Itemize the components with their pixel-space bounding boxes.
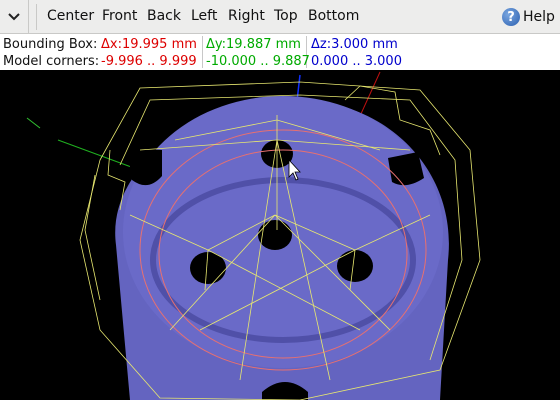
delta-z-value: Δz:3.000 mm bbox=[311, 37, 398, 52]
y-range-value: -10.000 .. 9.887 bbox=[206, 54, 310, 69]
model-render bbox=[26, 71, 481, 400]
view-left-button[interactable]: Left bbox=[191, 8, 217, 25]
model-hole bbox=[337, 250, 373, 282]
info-divider bbox=[202, 36, 203, 68]
delta-x-value: Δx:19.995 mm bbox=[101, 37, 197, 52]
view-front-button[interactable]: Front bbox=[102, 8, 137, 25]
view-back-button[interactable]: Back bbox=[147, 8, 181, 25]
menu-dropdown-button[interactable] bbox=[0, 0, 29, 33]
help-icon: ? bbox=[502, 8, 520, 26]
model-notch bbox=[388, 152, 424, 186]
model-hole bbox=[258, 220, 292, 250]
toolbar-separator bbox=[36, 4, 37, 30]
view-bottom-button[interactable]: Bottom bbox=[308, 8, 359, 25]
corners-label: Model corners: bbox=[3, 54, 100, 69]
bounding-box-info: Bounding Box: Δx:19.995 mm Δy:19.887 mm … bbox=[0, 34, 560, 70]
delta-y-value: Δy:19.887 mm bbox=[206, 37, 301, 52]
model-notch bbox=[127, 148, 162, 186]
help-button[interactable]: ? Help bbox=[502, 6, 555, 28]
help-label: Help bbox=[523, 9, 555, 25]
bbox-label: Bounding Box: bbox=[3, 37, 98, 52]
view-top-button[interactable]: Top bbox=[274, 8, 298, 25]
chevron-down-icon bbox=[8, 12, 20, 20]
view-toolbar: Center Front Back Left Right Top Bottom … bbox=[0, 0, 560, 34]
3d-viewport[interactable] bbox=[0, 70, 560, 400]
axis-indicator bbox=[26, 117, 41, 129]
x-range-value: -9.996 .. 9.999 bbox=[101, 54, 197, 69]
z-range-value: 0.000 .. 3.000 bbox=[311, 54, 402, 69]
view-right-button[interactable]: Right bbox=[228, 8, 265, 25]
view-center-button[interactable]: Center bbox=[47, 8, 94, 25]
